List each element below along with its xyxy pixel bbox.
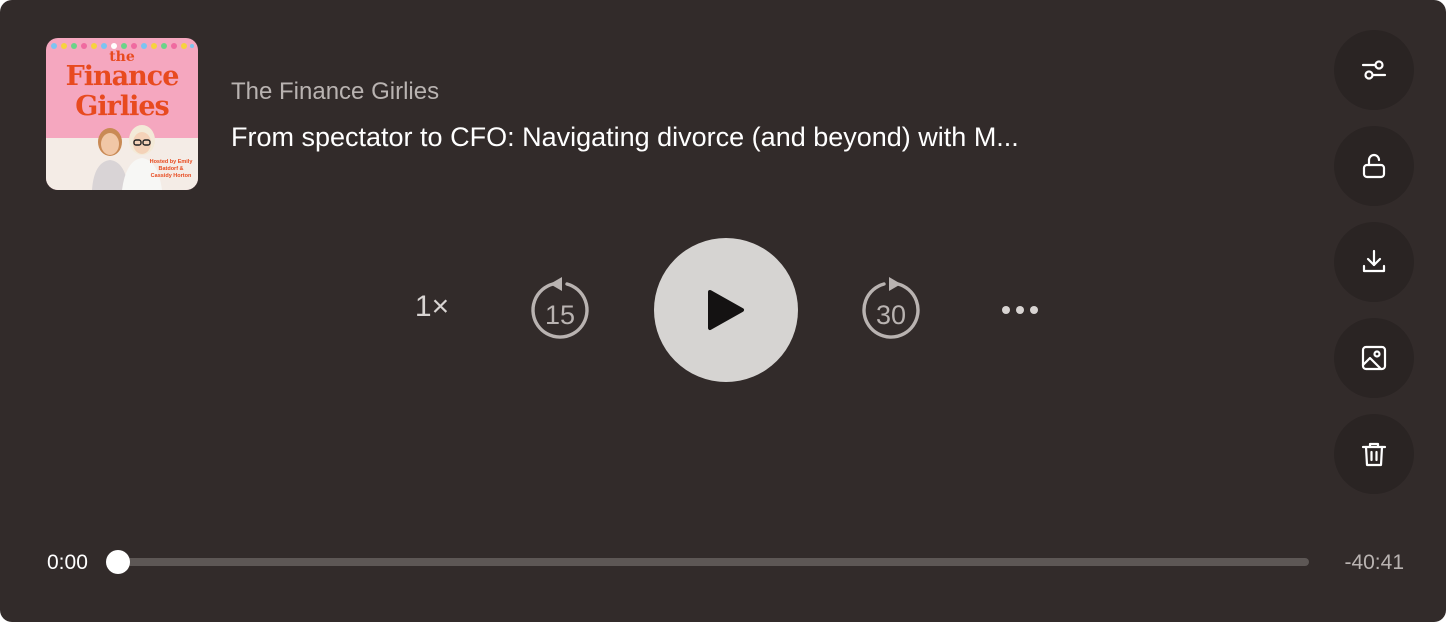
more-icon (1002, 306, 1010, 314)
settings-button[interactable] (1334, 30, 1414, 110)
playback-speed-button[interactable]: 1× (402, 290, 462, 324)
more-button[interactable] (995, 290, 1045, 330)
skip-back-icon: 15 (531, 277, 589, 339)
progress-thumb[interactable] (106, 550, 130, 574)
artwork-hosted-by: Hosted by Emily Batdorf & Cassidy Horton (149, 159, 193, 179)
skip-forward-icon: 30 (862, 277, 920, 339)
podcast-name[interactable]: The Finance Girlies (231, 78, 439, 106)
artwork-text-finance: Finance (65, 61, 180, 92)
artwork-text-girlies: Girlies (75, 91, 169, 122)
progress-track[interactable] (106, 550, 1309, 574)
episode-title[interactable]: From spectator to CFO: Navigating divorc… (231, 122, 1171, 153)
unlock-button[interactable] (1334, 126, 1414, 206)
skip-back-button[interactable]: 15 (527, 277, 593, 343)
more-icon-dot (1016, 306, 1024, 314)
image-icon (1361, 345, 1387, 371)
download-button[interactable] (1334, 222, 1414, 302)
podcast-artwork: the Finance Girlies Hosted by Emily Batd… (46, 38, 198, 190)
trash-icon (1361, 442, 1387, 467)
play-button[interactable] (654, 238, 798, 382)
podcast-player: the Finance Girlies Hosted by Emily Batd… (0, 0, 1446, 622)
delete-button[interactable] (1334, 414, 1414, 494)
more-icon-dot (1030, 306, 1038, 314)
skip-back-label: 15 (545, 300, 575, 330)
skip-forward-button[interactable]: 30 (858, 277, 924, 343)
artwork-button[interactable] (1334, 318, 1414, 398)
download-icon (1362, 249, 1386, 273)
unlock-icon (1362, 153, 1386, 179)
skip-forward-label: 30 (876, 300, 906, 330)
sliders-icon (1361, 60, 1387, 80)
elapsed-time: 0:00 (47, 551, 88, 574)
hosts-photo-icon (92, 125, 162, 190)
play-icon (708, 290, 744, 330)
remaining-time: -40:41 (1344, 551, 1404, 574)
